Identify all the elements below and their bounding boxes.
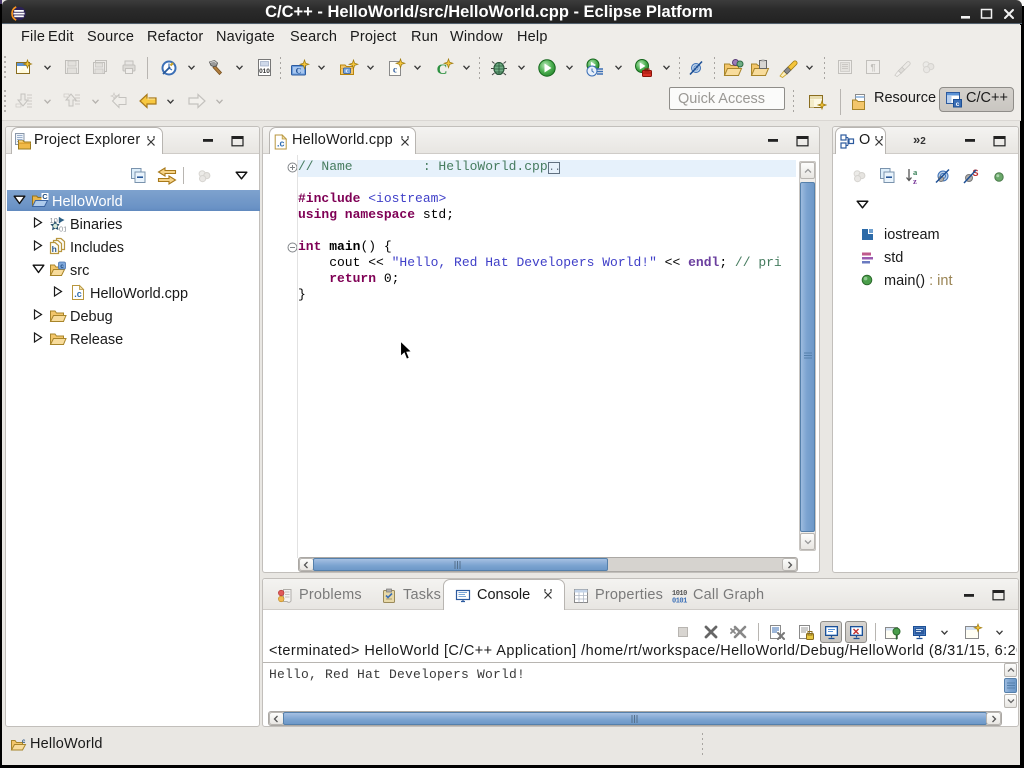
svg-text:h: h [52, 244, 57, 254]
svg-text:.c: .c [74, 289, 82, 299]
svg-text:0101: 0101 [672, 598, 687, 605]
svg-text:c: c [393, 65, 397, 75]
svg-text:C: C [437, 62, 448, 78]
svg-text:.c: .c [277, 139, 285, 149]
svg-text:C: C [42, 192, 48, 201]
svg-text:c: c [956, 101, 960, 108]
svg-text:010: 010 [259, 68, 270, 75]
svg-text:c: c [60, 263, 64, 270]
svg-text:z: z [913, 176, 917, 185]
svg-text:¶: ¶ [870, 63, 875, 73]
svg-text:C: C [296, 67, 302, 76]
svg-text:01: 01 [59, 225, 66, 233]
svg-text:c: c [346, 68, 349, 75]
